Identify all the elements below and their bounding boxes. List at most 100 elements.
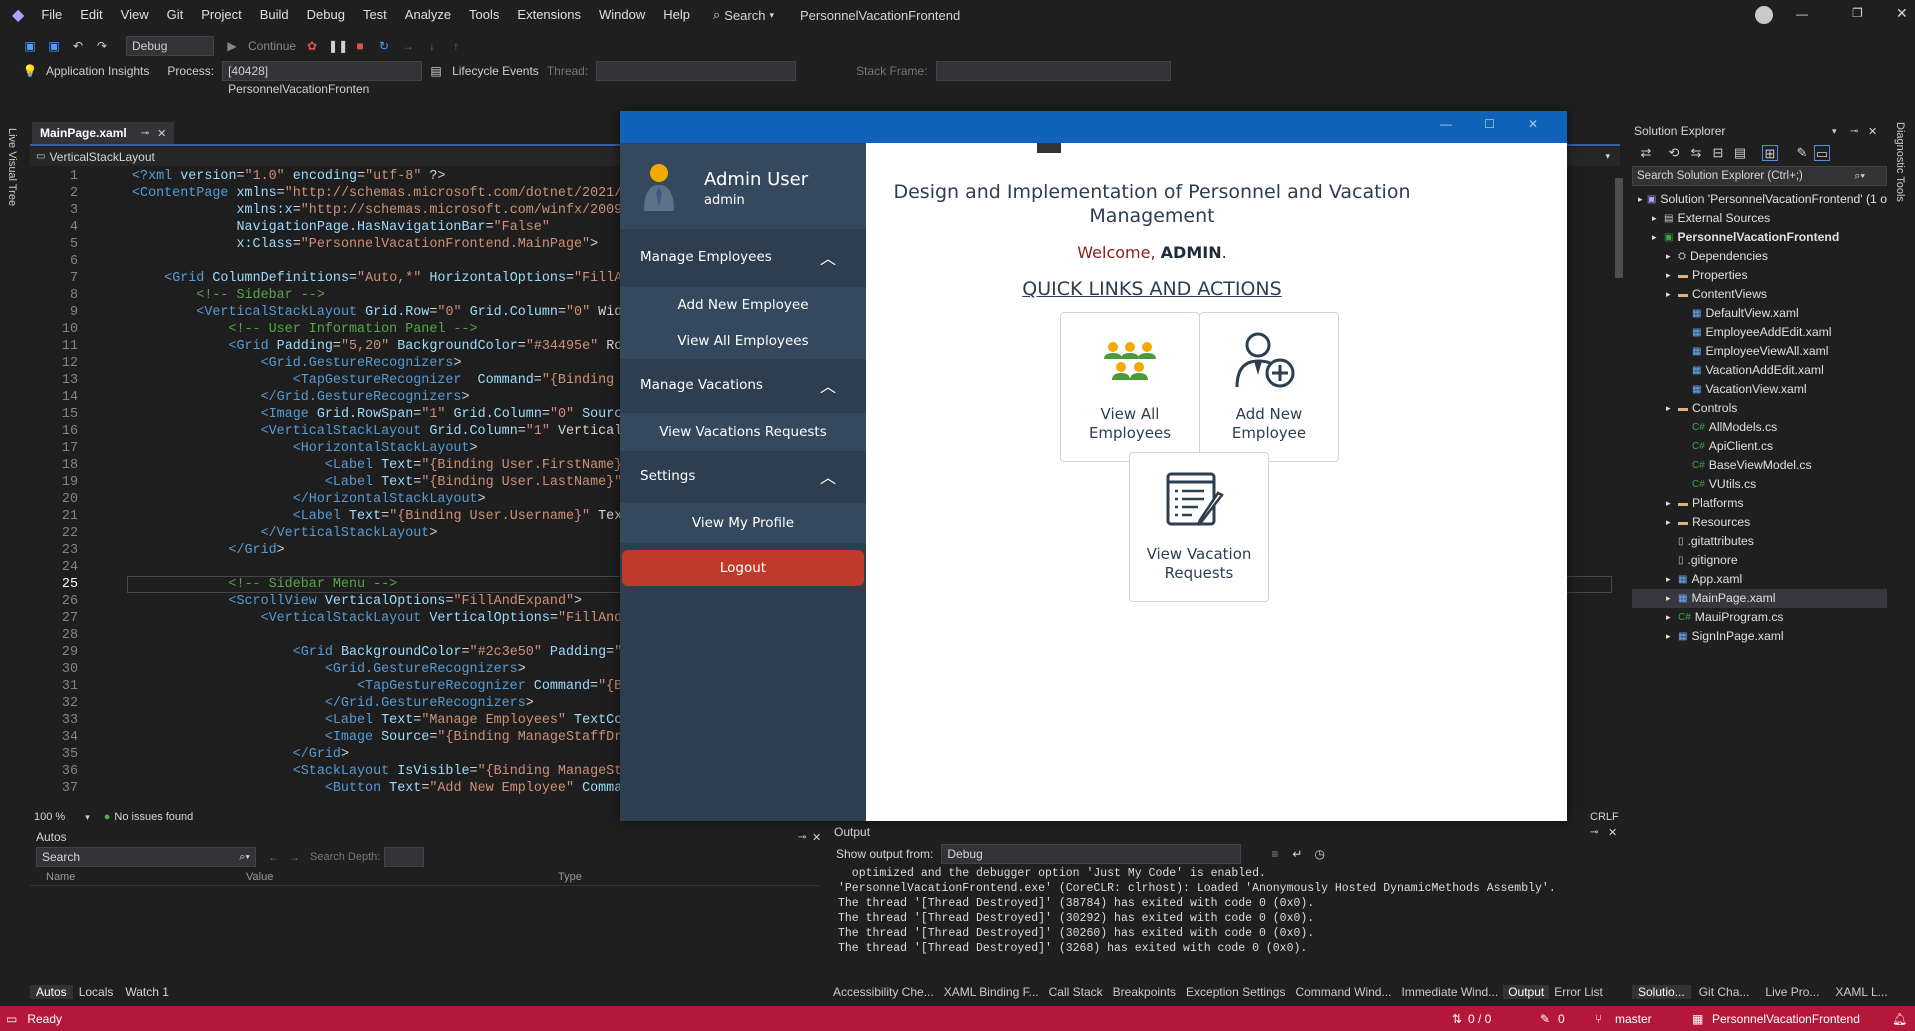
expand-arrow-icon[interactable]: ▸ <box>1666 399 1678 418</box>
autos-close-icon[interactable]: ✕ <box>812 831 821 844</box>
menu-item-extensions[interactable]: Extensions <box>508 0 590 30</box>
tab-solution-explorer[interactable]: Solutio... <box>1632 985 1691 999</box>
output-pin-icon[interactable]: ⊸ <box>1590 827 1598 838</box>
tab-immediate-wind[interactable]: Immediate Wind... <box>1396 985 1503 999</box>
output-text[interactable]: optimized and the debugger option 'Just … <box>828 866 1625 960</box>
clock-icon[interactable]: ◷ <box>1314 847 1324 861</box>
solution-search-icon[interactable]: ⌕▾ <box>1854 170 1865 183</box>
expand-arrow-icon[interactable]: ▸ <box>1666 570 1678 589</box>
menu-item-view[interactable]: View <box>112 0 158 30</box>
solution-search-box[interactable]: Search Solution Explorer (Ctrl+;) ⌕▾ <box>1632 166 1887 186</box>
tab-call-stack[interactable]: Call Stack <box>1044 985 1108 999</box>
undo-icon[interactable]: ↶ <box>70 38 86 54</box>
zoom-level[interactable]: 100 % <box>34 811 65 823</box>
autos-search-icon[interactable]: ⌕▾ <box>239 848 250 866</box>
output-source-dropdown[interactable]: Debug <box>941 844 1242 864</box>
properties-wrench-icon[interactable]: ✎ <box>1794 145 1810 161</box>
clear-all-icon[interactable]: ≡ <box>1271 847 1278 861</box>
expand-arrow-icon[interactable]: ▸ <box>1652 228 1664 247</box>
panel-close-icon[interactable]: ✕ <box>1868 125 1877 138</box>
forward-arrow-icon[interactable]: → <box>288 850 300 864</box>
expand-arrow-icon[interactable]: ▸ <box>1638 190 1647 209</box>
tree-item[interactable]: C# BaseViewModel.cs <box>1632 456 1887 475</box>
tree-item[interactable]: ▸ ▣ PersonnelVacationFrontend <box>1632 228 1887 247</box>
app-minimize-icon[interactable]: — <box>1440 117 1452 131</box>
menu-item-project[interactable]: Project <box>192 0 250 30</box>
sync-count[interactable]: 0 / 0 <box>1468 1012 1491 1026</box>
notifications-icon[interactable]: 🔔︎ <box>1892 1012 1907 1026</box>
step-over-icon[interactable]: → <box>400 38 416 54</box>
add-new-employee-card[interactable]: Add New Employee <box>1199 312 1339 462</box>
tree-item[interactable]: ▸ ▬ Properties <box>1632 266 1887 285</box>
menu-item-edit[interactable]: Edit <box>71 0 111 30</box>
col-value[interactable]: Value <box>246 871 273 883</box>
tree-item[interactable]: ▦ DefaultView.xaml <box>1632 304 1887 323</box>
tree-item[interactable]: ▸ ▬ Controls <box>1632 399 1887 418</box>
lifecycle-events-button[interactable]: Lifecycle Events <box>452 64 539 78</box>
tab-breakpoints[interactable]: Breakpoints <box>1108 985 1181 999</box>
menu-item-git[interactable]: Git <box>158 0 193 30</box>
redo-icon[interactable]: ↷ <box>94 38 110 54</box>
sync-icon[interactable]: ⇆ <box>1688 145 1704 161</box>
hot-reload-icon[interactable]: ✿ <box>304 38 320 54</box>
restart-icon[interactable]: ↻ <box>376 38 392 54</box>
tree-item[interactable]: ▦ EmployeeViewAll.xaml <box>1632 342 1887 361</box>
autos-search-input[interactable]: Search <box>42 848 80 866</box>
tab-exception-settings[interactable]: Exception Settings <box>1181 985 1290 999</box>
edit-count[interactable]: 0 <box>1558 1012 1565 1026</box>
expand-arrow-icon[interactable]: ▸ <box>1666 247 1678 266</box>
tab-locals[interactable]: Locals <box>73 985 120 999</box>
save-all-icon[interactable]: ▣ <box>46 38 62 54</box>
menu-item-test[interactable]: Test <box>354 0 396 30</box>
sync-arrows-icon[interactable]: ⇅ <box>1452 1012 1462 1026</box>
col-name[interactable]: Name <box>46 871 75 883</box>
tab-watch-1[interactable]: Watch 1 <box>119 985 175 999</box>
autos-pin-icon[interactable]: ⊸ <box>798 832 806 843</box>
view-all-employees-card[interactable]: View All Employees <box>1060 312 1200 462</box>
tree-item[interactable]: ▸ ▣ Solution 'PersonnelVacationFrontend' (… <box>1632 190 1887 209</box>
thread-dropdown[interactable] <box>596 60 797 81</box>
filter-icon[interactable]: ⊞ <box>1762 145 1778 161</box>
panel-pin-icon[interactable]: ⊸ <box>1850 126 1858 137</box>
process-dropdown[interactable]: [40428] PersonnelVacationFronten <box>222 60 423 96</box>
configuration-dropdown[interactable]: Debug <box>126 35 214 56</box>
view-vacation-requests-button[interactable]: View Vacations Requests <box>620 413 866 451</box>
logout-button[interactable]: Logout <box>622 550 864 586</box>
expand-arrow-icon[interactable]: ▸ <box>1666 513 1678 532</box>
collapse-all-icon[interactable]: ⊟ <box>1710 145 1726 161</box>
expand-arrow-icon[interactable]: ▸ <box>1666 589 1678 608</box>
add-new-employee-button[interactable]: Add New Employee <box>620 287 866 323</box>
pin-icon[interactable]: ⊸ <box>141 128 149 139</box>
save-icon[interactable]: ▣ <box>22 38 38 54</box>
zoom-chevron-icon[interactable]: ▾ <box>85 812 90 823</box>
stack-frame-dropdown[interactable] <box>935 60 1171 81</box>
view-all-employees-button[interactable]: View All Employees <box>620 323 866 359</box>
col-type[interactable]: Type <box>558 871 582 883</box>
tab-autos[interactable]: Autos <box>30 985 73 999</box>
expand-arrow-icon[interactable]: ▸ <box>1666 608 1678 627</box>
app-maximize-icon[interactable]: ☐ <box>1484 117 1495 131</box>
tab-xaml-binding-f[interactable]: XAML Binding F... <box>939 985 1044 999</box>
manage-vacations-header[interactable]: Manage Vacations ︿ <box>620 359 866 413</box>
navbar-chevron-icon[interactable]: ▾ <box>1605 151 1610 162</box>
history-icon[interactable]: ⟲ <box>1666 145 1682 161</box>
tree-item[interactable]: ▦ EmployeeAddEdit.xaml <box>1632 323 1887 342</box>
menu-item-build[interactable]: Build <box>251 0 298 30</box>
expand-arrow-icon[interactable]: ▸ <box>1652 209 1664 228</box>
hamburger-menu-icon[interactable] <box>1037 143 1061 153</box>
tree-item[interactable]: ▸ ▬ Resources <box>1632 513 1887 532</box>
application-insights-button[interactable]: Application Insights <box>46 64 149 78</box>
restore-icon[interactable]: ❐ <box>1852 6 1863 20</box>
repo-name[interactable]: PersonnelVacationFrontend <box>1712 1012 1860 1026</box>
menu-item-help[interactable]: Help <box>654 0 699 30</box>
menu-item-file[interactable]: File <box>32 0 71 30</box>
search-depth-dropdown[interactable] <box>384 847 425 867</box>
play-icon[interactable]: ▶ <box>224 38 240 54</box>
tab-output[interactable]: Output <box>1503 985 1550 999</box>
word-wrap-icon[interactable]: ↵ <box>1292 847 1302 861</box>
tree-item[interactable]: C# VUtils.cs <box>1632 475 1887 494</box>
issues-status[interactable]: No issues found <box>114 811 193 823</box>
tab-mainpage-xaml[interactable]: MainPage.xaml ⊸ ✕ <box>32 122 175 144</box>
output-close-icon[interactable]: ✕ <box>1608 826 1617 839</box>
back-arrow-icon[interactable]: ← <box>268 850 280 864</box>
